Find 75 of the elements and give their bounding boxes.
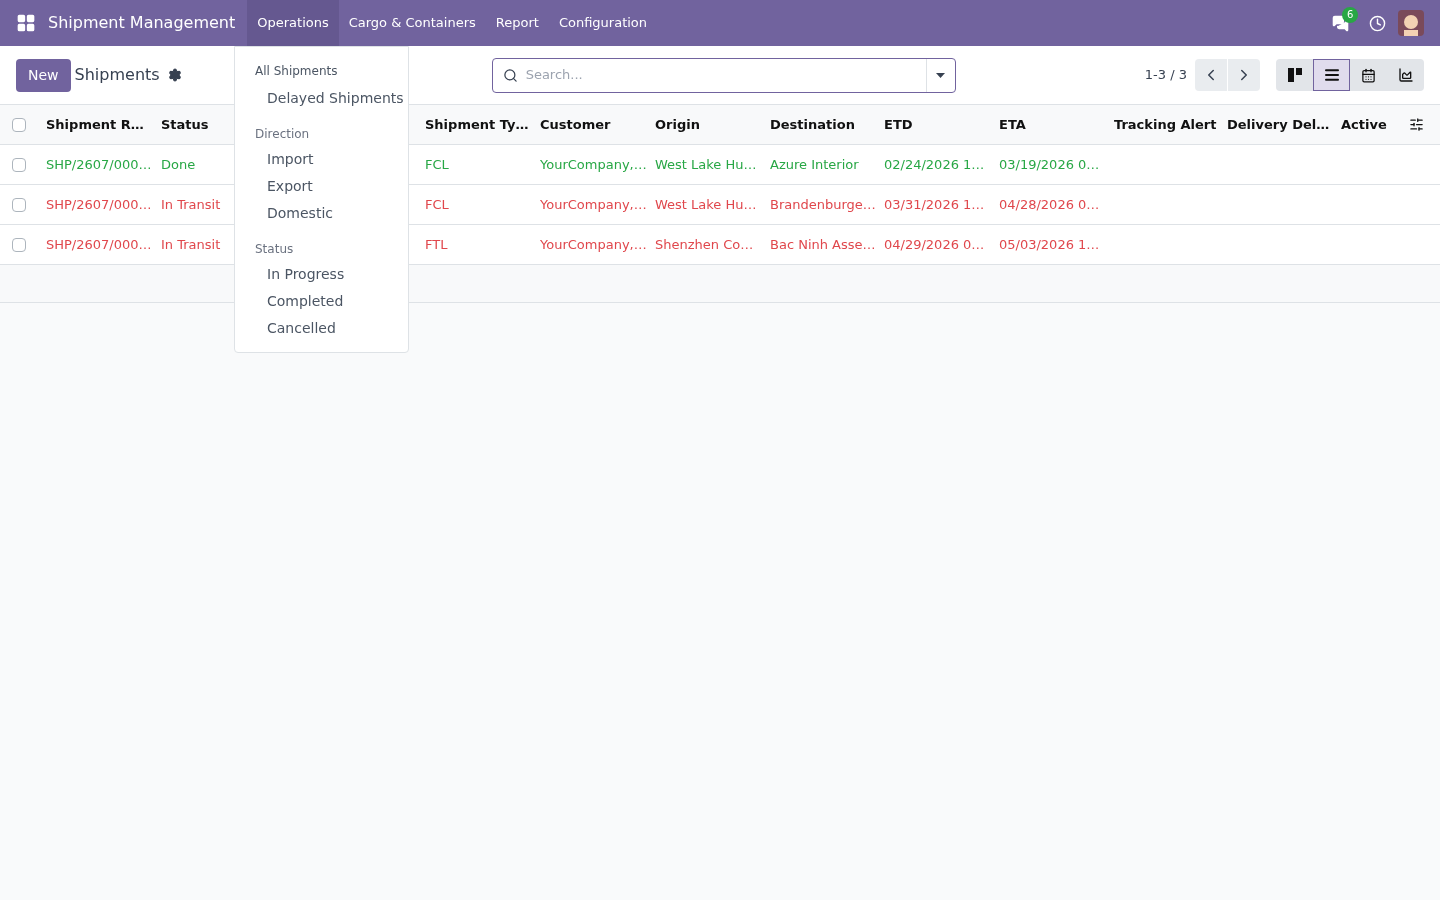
table-cell: 04/29/2026 0… [884,236,985,252]
pager-value[interactable]: 1-3 / 3 [1144,65,1187,85]
column-header[interactable]: Tracking Alert [1114,116,1217,132]
row-checkbox[interactable] [12,157,26,172]
table-cell: SHP/2607/000… [46,196,152,212]
app-name[interactable]: Shipment Management [44,11,240,35]
menu-tab[interactable]: Report [485,0,549,46]
view-switch-button[interactable] [1276,59,1313,91]
row-checkbox[interactable] [12,197,26,212]
calendar-icon [1361,67,1376,83]
menu-item[interactable]: Cancelled [267,320,336,336]
table-cell: SHP/2607/000… [46,236,152,252]
table-cell: YourCompany,… [540,156,647,172]
message-count-badge: 6 [1342,6,1359,23]
list-icon [1323,67,1340,83]
table-cell: 05/03/2026 1… [999,236,1100,252]
table-cell: FCL [425,196,449,212]
table-cell: West Lake Hu… [655,196,757,212]
table-cell: West Lake Hu… [655,156,757,172]
column-header[interactable]: Delivery Del… [1227,116,1330,132]
menu-section-header: Status [254,241,295,258]
table-cell: FTL [425,236,448,252]
menu-section-header: Direction [254,126,311,143]
menu-item[interactable]: Domestic [267,205,333,221]
table-cell: Shenzhen Co… [655,236,754,252]
caret-icon [936,72,946,78]
area-chart-icon [1397,67,1414,83]
table-cell: Brandenburge… [770,196,876,212]
column-header[interactable]: Shipment R… [46,116,144,132]
table-cell: Bac Ninh Asse… [770,236,876,252]
gear-icon[interactable] [167,68,182,82]
table-cell: YourCompany,… [540,236,647,252]
column-header[interactable]: ETA [999,116,1026,132]
row-checkbox[interactable] [12,237,26,252]
view-switch-button[interactable] [1387,59,1424,91]
column-header[interactable]: Destination [770,116,855,132]
column-header[interactable]: Origin [655,116,700,132]
column-header[interactable]: Active [1341,116,1387,132]
search-bar[interactable]: Search... [491,57,956,93]
column-header[interactable]: ETD [884,116,913,132]
avatar[interactable] [1398,10,1424,36]
menu-item[interactable]: Import [267,151,314,167]
menu-item[interactable]: All Shipments [255,64,338,78]
menu-tab[interactable]: Operations [247,0,339,46]
table-cell: In Transit [161,196,221,212]
search-icon [502,67,518,83]
column-header[interactable]: Customer [540,116,611,132]
optional-columns-icon[interactable] [1409,117,1424,132]
table-cell: Done [161,156,196,172]
table-cell: SHP/2607/000… [46,156,152,172]
menu-tab[interactable]: Configuration [548,0,658,46]
menu-item[interactable]: Completed [267,293,344,309]
table-cell: In Transit [161,236,221,252]
table-cell: 02/24/2026 1… [884,156,985,172]
column-header[interactable]: Shipment Ty… [425,116,529,132]
view-switch-button[interactable] [1350,59,1387,91]
search-field[interactable]: Search... [525,65,926,85]
table-cell: Azure Interior [770,156,859,172]
menu-item[interactable]: Export [267,178,313,194]
kanban-icon [1287,68,1302,82]
table-cell: FCL [425,156,449,172]
apps-menu-icon[interactable] [16,13,36,33]
select-all-checkbox[interactable] [12,117,26,132]
view-switch-button[interactable] [1313,59,1350,91]
menu-tab[interactable]: Cargo & Containers [338,0,486,46]
new-button[interactable]: New [16,58,71,92]
menu-item[interactable]: Delayed Shipments [267,90,404,106]
column-header[interactable]: Status [161,116,209,132]
page-title: Shipments [74,64,160,86]
table-cell: YourCompany,… [540,196,647,212]
table-cell: 04/28/2026 0… [999,196,1100,212]
clock-icon[interactable] [1369,14,1386,32]
table-cell: 03/19/2026 0… [999,156,1100,172]
table-cell: 03/31/2026 1… [884,196,985,212]
menu-item[interactable]: In Progress [267,266,345,282]
